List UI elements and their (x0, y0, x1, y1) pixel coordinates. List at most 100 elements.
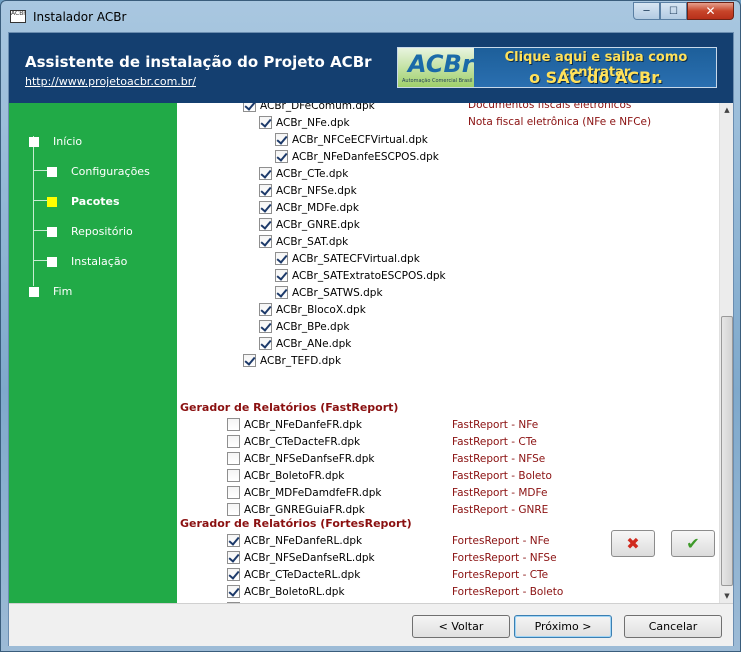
client-area: Assistente de instalação do Projeto ACBr… (8, 32, 734, 646)
banner-line-2: o SAC do ACBr. (529, 68, 663, 87)
cancel-button[interactable]: Cancelar (624, 615, 722, 638)
title-bar[interactable]: ACBr Instalador ACBr ─ ☐ ✕ (1, 1, 740, 31)
checkbox[interactable] (259, 201, 272, 214)
package-item[interactable]: ACBr_DFeComum.dpk (243, 103, 375, 114)
checkbox-label: ACBr_CTeDacteFR.dpk (244, 435, 361, 448)
scroll-up-icon[interactable]: ▲ (720, 103, 734, 117)
checkbox-label: ACBr_TEFD.dpk (260, 354, 342, 367)
checkbox[interactable] (259, 167, 272, 180)
installer-window: ACBr Instalador ACBr ─ ☐ ✕ Assistente de… (0, 0, 741, 652)
checkbox[interactable] (259, 303, 272, 316)
package-description: FortesReport - NFe (452, 535, 550, 547)
package-item[interactable]: ACBr_ANe.dpk (259, 335, 351, 352)
report-package-item[interactable]: ACBr_CTeDacteFR.dpk (227, 433, 360, 450)
vertical-scrollbar[interactable]: ▲ ▼ (719, 103, 733, 603)
package-item[interactable]: ACBr_CTe.dpk (259, 165, 348, 182)
sac-banner[interactable]: ACBr Automação Comercial Brasil Clique a… (397, 47, 717, 88)
package-item[interactable]: ACBr_SAT.dpk (259, 233, 348, 250)
checkbox[interactable] (227, 435, 240, 448)
package-item[interactable]: ACBr_NFe.dpk (259, 114, 350, 131)
checkbox[interactable] (227, 486, 240, 499)
checkbox[interactable] (275, 269, 288, 282)
report-package-item[interactable]: ACBr_MDFeDamdfeFR.dpk (227, 484, 381, 501)
maximize-button[interactable]: ☐ (660, 2, 687, 20)
project-link[interactable]: http://www.projetoacbr.com.br/ (25, 75, 196, 88)
report-package-item[interactable]: ACBr_CTeDacteRL.dpk (227, 566, 360, 583)
checkbox[interactable] (259, 218, 272, 231)
checkbox[interactable] (259, 320, 272, 333)
report-package-item[interactable]: ACBr_GNREGuiaFR.dpk (227, 501, 365, 518)
checkbox-label: ACBr_BlocoX.dpk (276, 303, 366, 316)
checkbox-label: ACBr_CTe.dpk (276, 167, 349, 180)
report-package-item[interactable]: ACBr_NFSeDanfseFR.dpk (227, 450, 374, 467)
checkbox[interactable] (227, 551, 240, 564)
checkbox[interactable] (259, 116, 272, 129)
step-4: Repositório (33, 225, 133, 238)
checkbox-label: ACBr_NFeDanfeFR.dpk (244, 418, 362, 431)
package-item[interactable]: ACBr_MDFe.dpk (259, 199, 359, 216)
checkbox[interactable] (243, 354, 256, 367)
checkbox-label: ACBr_NFeDanfeRL.dpk (244, 534, 363, 547)
step-3: Pacotes (33, 195, 120, 208)
package-item[interactable]: ACBr_NFeDanfeESCPOS.dpk (275, 148, 439, 165)
step-label: Instalação (71, 255, 128, 268)
checkbox-label: ACBr_SATExtratoESCPOS.dpk (292, 269, 446, 282)
report-package-item[interactable]: ACBr_BoletoFR.dpk (227, 467, 344, 484)
package-item[interactable]: ACBr_SATECFVirtual.dpk (275, 250, 420, 267)
checkbox[interactable] (259, 337, 272, 350)
checkbox[interactable] (227, 469, 240, 482)
package-description: FortesReport - NFSe (452, 552, 557, 564)
checkbox[interactable] (227, 452, 240, 465)
report-package-item[interactable]: ACBr_NFeDanfeRL.dpk (227, 532, 362, 549)
checkbox-label: ACBr_SAT.dpk (276, 235, 349, 248)
checkbox[interactable] (275, 150, 288, 163)
checkbox[interactable] (227, 418, 240, 431)
checkbox[interactable] (275, 252, 288, 265)
checkbox-label: ACBr_MDFeDamdfeFR.dpk (244, 486, 382, 499)
package-description: FastReport - Boleto (452, 470, 552, 482)
close-button[interactable]: ✕ (687, 2, 734, 20)
package-description: FastReport - GNRE (452, 504, 549, 516)
package-item[interactable]: ACBr_TEFD.dpk (243, 352, 341, 369)
checkbox-label: ACBr_BPe.dpk (276, 320, 350, 333)
package-item[interactable]: ACBr_SATWS.dpk (275, 284, 383, 301)
checkbox[interactable] (227, 568, 240, 581)
package-item[interactable]: ACBr_NFSe.dpk (259, 182, 357, 199)
header-title: Assistente de instalação do Projeto ACBr (25, 53, 372, 71)
checkbox-label: ACBr_ANe.dpk (276, 337, 352, 350)
minimize-button[interactable]: ─ (633, 2, 660, 20)
package-item[interactable]: ACBr_BlocoX.dpk (259, 301, 366, 318)
checkbox-label: ACBr_BoletoRL.dpk (244, 585, 345, 598)
checkbox[interactable] (275, 286, 288, 299)
packages-panel: ACBr_DFeComum.dpk ACBr_NFe.dpk ACBr_NFCeEC… (177, 103, 719, 603)
report-package-item[interactable]: ACBr_NFSeDanfseRL.dpk (227, 549, 375, 566)
checkbox-label: ACBr_NFeDanfeESCPOS.dpk (292, 150, 439, 163)
checkbox[interactable] (227, 503, 240, 516)
package-item[interactable]: ACBr_SATExtratoESCPOS.dpk (275, 267, 446, 284)
report-package-item[interactable]: ACBr_BoletoRL.dpk (227, 583, 345, 600)
package-item[interactable]: ACBr_NFCeECFVirtual.dpk (275, 131, 428, 148)
checkbox-label: ACBr_NFCeECFVirtual.dpk (292, 133, 428, 146)
checkbox[interactable] (259, 184, 272, 197)
checkbox[interactable] (227, 534, 240, 547)
step-connector (33, 170, 47, 171)
package-description: Documentos fiscais eletrônicos (468, 103, 632, 111)
checkbox-label: ACBr_NFe.dpk (276, 116, 350, 129)
back-button[interactable]: < Voltar (412, 615, 510, 638)
package-item[interactable]: ACBr_BPe.dpk (259, 318, 349, 335)
checkbox[interactable] (259, 235, 272, 248)
window-title: Instalador ACBr (33, 10, 127, 24)
checkbox[interactable] (275, 133, 288, 146)
checkbox[interactable] (243, 103, 256, 112)
scroll-thumb[interactable] (721, 316, 733, 586)
scroll-down-icon[interactable]: ▼ (720, 589, 734, 603)
report-package-item[interactable]: ACBr_NFeDanfeFR.dpk (227, 416, 362, 433)
package-description: FastReport - NFSe (452, 453, 546, 465)
cross-icon: ✖ (626, 534, 640, 553)
checkbox[interactable] (227, 585, 240, 598)
next-button[interactable]: Próximo > (514, 615, 612, 638)
step-label: Repositório (71, 225, 133, 238)
check-all-button[interactable]: ✔ (671, 530, 715, 557)
package-item[interactable]: ACBr_GNRE.dpk (259, 216, 360, 233)
uncheck-all-button[interactable]: ✖ (611, 530, 655, 557)
